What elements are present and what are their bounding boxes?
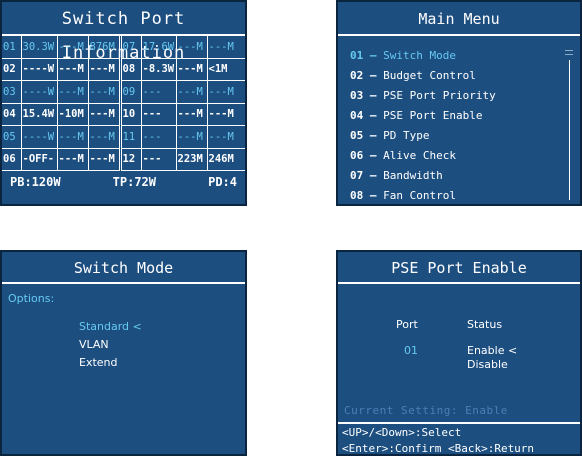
- port-number: 05: [2, 125, 22, 149]
- option-extend[interactable]: Extend: [79, 356, 118, 369]
- status-enable-label: Enable: [467, 344, 505, 357]
- port-number: 06: [2, 148, 22, 171]
- menu-item-label: Fan Control: [383, 189, 456, 202]
- menu-item-number: 08 –: [350, 189, 377, 202]
- total-power: TP:72W: [112, 175, 157, 189]
- port-speed-b: ---M: [207, 36, 245, 59]
- port-speed-b: ---M: [207, 125, 245, 149]
- port-power: 15.4W: [21, 103, 58, 126]
- menu-item[interactable]: 05 – PD Type: [350, 126, 580, 146]
- menu-item[interactable]: 03 – PSE Port Priority: [350, 86, 580, 106]
- port-power: ---: [141, 80, 177, 104]
- menu-item-label: Switch Mode: [383, 49, 456, 62]
- port-power: ---: [141, 125, 177, 149]
- port-speed-b: <1M: [207, 58, 245, 81]
- port-power: 30.3W: [21, 36, 58, 59]
- port-power: ----W: [21, 58, 58, 81]
- port-number: 01: [2, 36, 22, 59]
- port-power: ----W: [21, 125, 58, 149]
- port-speed-a: ---M: [176, 80, 208, 104]
- switch-mode-title: Switch Mode: [2, 252, 245, 284]
- port-speed-a: 223M: [176, 148, 208, 171]
- menu-item[interactable]: 08 – Fan Control: [350, 186, 580, 204]
- main-menu-list: 01 – Switch Mode 02 – Budget Control 03 – …: [338, 36, 580, 204]
- menu-item-label: Alive Check: [383, 149, 456, 162]
- main-menu-panel: Main Menu 01 – Switch Mode 02 – Budget Co…: [336, 0, 582, 206]
- port-speed-b: 246M: [207, 148, 245, 171]
- menu-item[interactable]: 06 – Alive Check: [350, 146, 580, 166]
- menu-item-label: Budget Control: [383, 69, 476, 82]
- menu-item-number: 01 –: [350, 49, 377, 62]
- port-number: 04: [2, 103, 22, 126]
- menu-item[interactable]: 02 – Budget Control: [350, 66, 580, 86]
- port-row: 06 -OFF- ---M ---M 12 --- 223M 246M: [2, 148, 245, 171]
- port-speed-b: ---M: [207, 103, 245, 126]
- port-power: ---: [141, 103, 177, 126]
- port-number: 02: [2, 58, 22, 81]
- current-setting: Current Setting: Enable: [344, 404, 508, 417]
- port-power: ---: [141, 148, 177, 171]
- menu-item-number: 03 –: [350, 89, 377, 102]
- key-help-select: <UP>/<Down>:Select: [342, 426, 462, 439]
- main-menu-title: Main Menu: [338, 2, 580, 36]
- status-column-header: Status: [467, 318, 503, 331]
- menu-item-number: 05 –: [350, 129, 377, 142]
- port-number: 09: [120, 80, 142, 104]
- status-enable-option[interactable]: Enable <: [467, 344, 517, 357]
- menu-item[interactable]: 07 – Bandwidth: [350, 166, 580, 186]
- pse-port-enable-panel: PSE Port Enable Port Status 01 Enable < …: [336, 250, 582, 456]
- key-help-confirm: <Enter>:Confirm <Back>:Return: [342, 442, 535, 455]
- menu-item-number: 04 –: [350, 109, 377, 122]
- port-number: 10: [120, 103, 142, 126]
- options-label: Options:: [8, 292, 55, 305]
- option-standard[interactable]: Standard <: [79, 320, 142, 333]
- port-speed-b: ---M: [207, 80, 245, 104]
- menu-scrollbar[interactable]: [564, 50, 574, 200]
- port-speed-a: ---M: [176, 125, 208, 149]
- port-speed-a: -10M: [57, 103, 89, 126]
- selection-marker: <: [507, 344, 518, 357]
- port-number: 03: [2, 80, 22, 104]
- port-number: 12: [120, 148, 142, 171]
- option-vlan[interactable]: VLAN: [79, 338, 109, 351]
- port-row: 03 ----W ---M ---M 09 --- ---M ---M: [2, 80, 245, 104]
- menu-item-label: PSE Port Priority: [383, 89, 496, 102]
- port-speed-a: ---M: [57, 125, 89, 149]
- port-row: 04 15.4W -10M ---M 10 --- ---M ---M: [2, 103, 245, 126]
- key-help: <UP>/<Down>:Select <Enter>:Confirm <Back…: [338, 422, 580, 454]
- port-power: ----W: [21, 80, 58, 104]
- port-power: -OFF-: [21, 148, 58, 171]
- status-disable-option[interactable]: Disable: [467, 358, 508, 371]
- menu-item-label: PSE Port Enable: [383, 109, 483, 122]
- scrollbar-thumb[interactable]: [565, 50, 573, 55]
- port-speed-a: ---M: [57, 148, 89, 171]
- port-speed-b: ---M: [88, 148, 122, 171]
- pd-count: PD:4: [208, 175, 237, 189]
- port-number: 11: [120, 125, 142, 149]
- menu-item-label: PD Type: [383, 129, 430, 142]
- poe-budget: PB:120W: [10, 175, 61, 189]
- port-info-title: Switch Port Information: [2, 2, 245, 63]
- switch-port-info-panel: Switch Port Information 01 30.3W ---M 876M 0…: [0, 0, 247, 206]
- menu-item-label: Bandwidth: [383, 169, 443, 182]
- port-speed-b: ---M: [88, 80, 122, 104]
- menu-item[interactable]: 01 – Switch Mode: [350, 46, 580, 66]
- port-row: 05 ----W ---M ---M 11 --- ---M ---M: [2, 125, 245, 149]
- port-speed-a: ---M: [176, 103, 208, 126]
- port-speed-b: ---M: [88, 103, 122, 126]
- port-speed-a: ---M: [57, 80, 89, 104]
- port-column-header: Port: [396, 318, 418, 331]
- port-info-footer: PB:120W TP:72W PD:4: [2, 171, 245, 194]
- menu-item-number: 06 –: [350, 149, 377, 162]
- scrollbar-track: [569, 60, 570, 200]
- port-number: 01: [404, 344, 418, 357]
- switch-mode-panel: Switch Mode Options: Standard < VLAN Ext…: [0, 250, 247, 456]
- menu-item-number: 02 –: [350, 69, 377, 82]
- pse-enable-title: PSE Port Enable: [338, 252, 580, 284]
- menu-item[interactable]: 04 – PSE Port Enable: [350, 106, 580, 126]
- menu-item-number: 07 –: [350, 169, 377, 182]
- port-speed-b: ---M: [88, 125, 122, 149]
